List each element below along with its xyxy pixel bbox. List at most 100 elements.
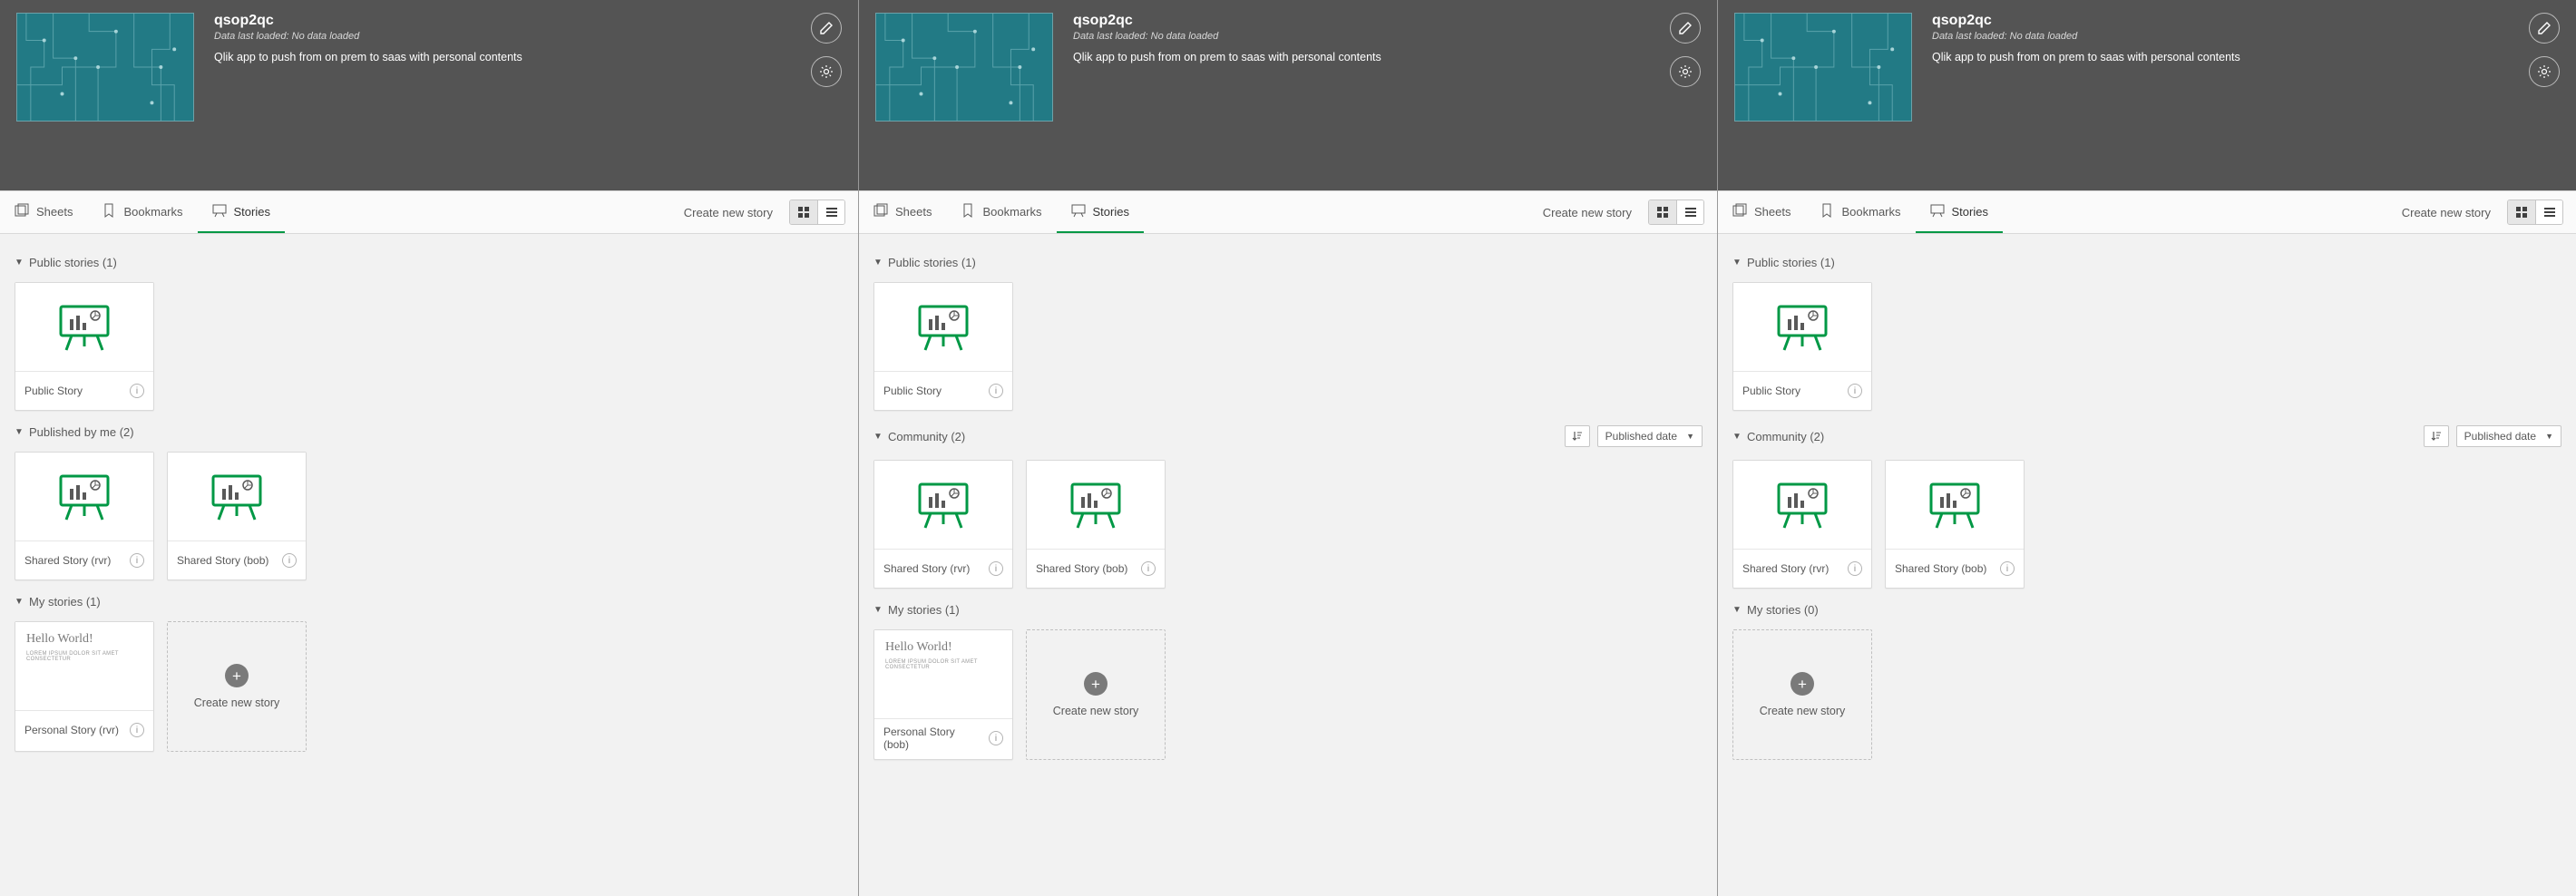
section-header[interactable]: ▼ My stories (0) <box>1732 599 2561 620</box>
list-view-button[interactable] <box>1676 200 1703 224</box>
story-card[interactable]: Shared Story (bob) i <box>1885 460 2025 589</box>
story-title: Shared Story (rvr) <box>883 562 983 575</box>
section-header[interactable]: ▼ Published by me (2) <box>15 422 844 443</box>
story-card[interactable]: Shared Story (rvr) i <box>873 460 1013 589</box>
story-title: Personal Story (bob) <box>883 726 983 752</box>
tab-stories[interactable]: Stories <box>1916 191 2003 233</box>
chevron-down-icon: ▼ <box>1686 432 1694 441</box>
tab-sheets[interactable]: Sheets <box>859 191 946 233</box>
section-title: My stories (1) <box>29 595 101 609</box>
bookmark-icon <box>1820 203 1834 220</box>
story-title: Shared Story (rvr) <box>1742 562 1842 575</box>
section-header[interactable]: ▼ Public stories (1) <box>873 252 1703 273</box>
section-title: My stories (0) <box>1747 603 1819 617</box>
tab-stories[interactable]: Stories <box>1057 191 1144 233</box>
info-icon[interactable]: i <box>989 561 1003 576</box>
create-story-card[interactable]: + Create new story <box>1732 629 1872 760</box>
info-icon[interactable]: i <box>130 384 144 398</box>
edit-button[interactable] <box>1670 13 1701 44</box>
list-view-button[interactable] <box>817 200 844 224</box>
app-subtitle: Data last loaded: No data loaded <box>1932 31 2509 42</box>
info-icon[interactable]: i <box>989 731 1003 745</box>
app-title: qsop2qc <box>1073 13 1650 29</box>
chevron-down-icon: ▼ <box>873 258 883 268</box>
story-thumbnail: Hello World!LOREM IPSUM DOLOR SIT AMET C… <box>15 622 153 711</box>
edit-button[interactable] <box>811 13 842 44</box>
settings-button[interactable] <box>2529 56 2560 87</box>
info-icon[interactable]: i <box>2000 561 2015 576</box>
section-header[interactable]: ▼ Community (2) Published date▼ <box>873 422 1703 451</box>
info-icon[interactable]: i <box>130 723 144 737</box>
sort-field-dropdown[interactable]: Published date▼ <box>1597 425 1703 447</box>
stories-content: ▼ Public stories (1) Public Story i▼ Com… <box>859 234 1717 896</box>
app-title: qsop2qc <box>214 13 791 29</box>
app-subtitle: Data last loaded: No data loaded <box>1073 31 1650 42</box>
create-new-story-link[interactable]: Create new story <box>2386 191 2507 233</box>
info-icon[interactable]: i <box>1848 384 1862 398</box>
list-view-button[interactable] <box>2535 200 2562 224</box>
create-new-story-link[interactable]: Create new story <box>1527 191 1648 233</box>
story-thumbnail: Hello World!LOREM IPSUM DOLOR SIT AMET C… <box>874 630 1012 719</box>
settings-button[interactable] <box>1670 56 1701 87</box>
story-section: ▼ My stories (0) + Create new story <box>1732 599 2561 760</box>
story-section: ▼ Community (2) Published date▼ Shared S… <box>873 422 1703 589</box>
app-subtitle: Data last loaded: No data loaded <box>214 31 791 42</box>
story-card[interactable]: Shared Story (rvr) i <box>15 452 154 580</box>
chevron-down-icon: ▼ <box>873 605 883 615</box>
info-icon[interactable]: i <box>989 384 1003 398</box>
sheets-icon <box>873 203 888 220</box>
story-card[interactable]: Shared Story (rvr) i <box>1732 460 1872 589</box>
create-story-card[interactable]: + Create new story <box>1026 629 1166 760</box>
story-card[interactable]: Shared Story (bob) i <box>1026 460 1166 589</box>
chevron-down-icon: ▼ <box>1732 605 1742 615</box>
app-toolbar: Sheets Bookmarks Stories Create new stor… <box>0 190 858 234</box>
tab-sheets[interactable]: Sheets <box>1718 191 1805 233</box>
tab-sheets[interactable]: Sheets <box>0 191 87 233</box>
grid-view-button[interactable] <box>790 200 817 224</box>
story-card[interactable]: Public Story i <box>873 282 1013 411</box>
story-thumbnail <box>874 283 1012 372</box>
section-title: My stories (1) <box>888 603 960 617</box>
chevron-down-icon: ▼ <box>1732 432 1742 442</box>
story-thumbnail <box>1027 461 1165 550</box>
section-header[interactable]: ▼ My stories (1) <box>873 599 1703 620</box>
app-description: Qlik app to push from on prem to saas wi… <box>214 51 791 63</box>
story-title: Shared Story (bob) <box>177 554 277 567</box>
story-card[interactable]: Shared Story (bob) i <box>167 452 307 580</box>
section-header[interactable]: ▼ Public stories (1) <box>1732 252 2561 273</box>
app-toolbar: Sheets Bookmarks Stories Create new stor… <box>859 190 1717 234</box>
grid-view-button[interactable] <box>2508 200 2535 224</box>
sort-field-dropdown[interactable]: Published date▼ <box>2456 425 2561 447</box>
section-header[interactable]: ▼ My stories (1) <box>15 591 844 612</box>
story-card[interactable]: Public Story i <box>15 282 154 411</box>
info-icon[interactable]: i <box>282 553 297 568</box>
tab-bookmarks[interactable]: Bookmarks <box>87 191 197 233</box>
create-card-label: Create new story <box>1053 705 1138 717</box>
grid-view-button[interactable] <box>1649 200 1676 224</box>
create-story-card[interactable]: + Create new story <box>167 621 307 752</box>
story-card[interactable]: Hello World!LOREM IPSUM DOLOR SIT AMET C… <box>873 629 1013 760</box>
create-new-story-link[interactable]: Create new story <box>668 191 789 233</box>
sort-direction-button[interactable] <box>2424 425 2449 447</box>
chevron-down-icon: ▼ <box>15 427 24 437</box>
info-icon[interactable]: i <box>1848 561 1862 576</box>
story-card[interactable]: Public Story i <box>1732 282 1872 411</box>
chevron-down-icon: ▼ <box>15 597 24 607</box>
section-header[interactable]: ▼ Public stories (1) <box>15 252 844 273</box>
edit-button[interactable] <box>2529 13 2560 44</box>
create-card-label: Create new story <box>1760 705 1845 717</box>
sort-direction-button[interactable] <box>1565 425 1590 447</box>
story-title: Public Story <box>1742 385 1842 397</box>
story-section: ▼ My stories (1) Hello World!LOREM IPSUM … <box>873 599 1703 760</box>
info-icon[interactable]: i <box>1141 561 1156 576</box>
create-card-label: Create new story <box>194 696 279 709</box>
info-icon[interactable]: i <box>130 553 144 568</box>
tab-bookmarks[interactable]: Bookmarks <box>946 191 1056 233</box>
app-description: Qlik app to push from on prem to saas wi… <box>1932 51 2509 63</box>
story-card[interactable]: Hello World!LOREM IPSUM DOLOR SIT AMET C… <box>15 621 154 752</box>
tab-bookmarks[interactable]: Bookmarks <box>1805 191 1915 233</box>
settings-button[interactable] <box>811 56 842 87</box>
section-header[interactable]: ▼ Community (2) Published date▼ <box>1732 422 2561 451</box>
tab-stories[interactable]: Stories <box>198 191 285 233</box>
story-section: ▼ Public stories (1) Public Story i <box>1732 252 2561 411</box>
